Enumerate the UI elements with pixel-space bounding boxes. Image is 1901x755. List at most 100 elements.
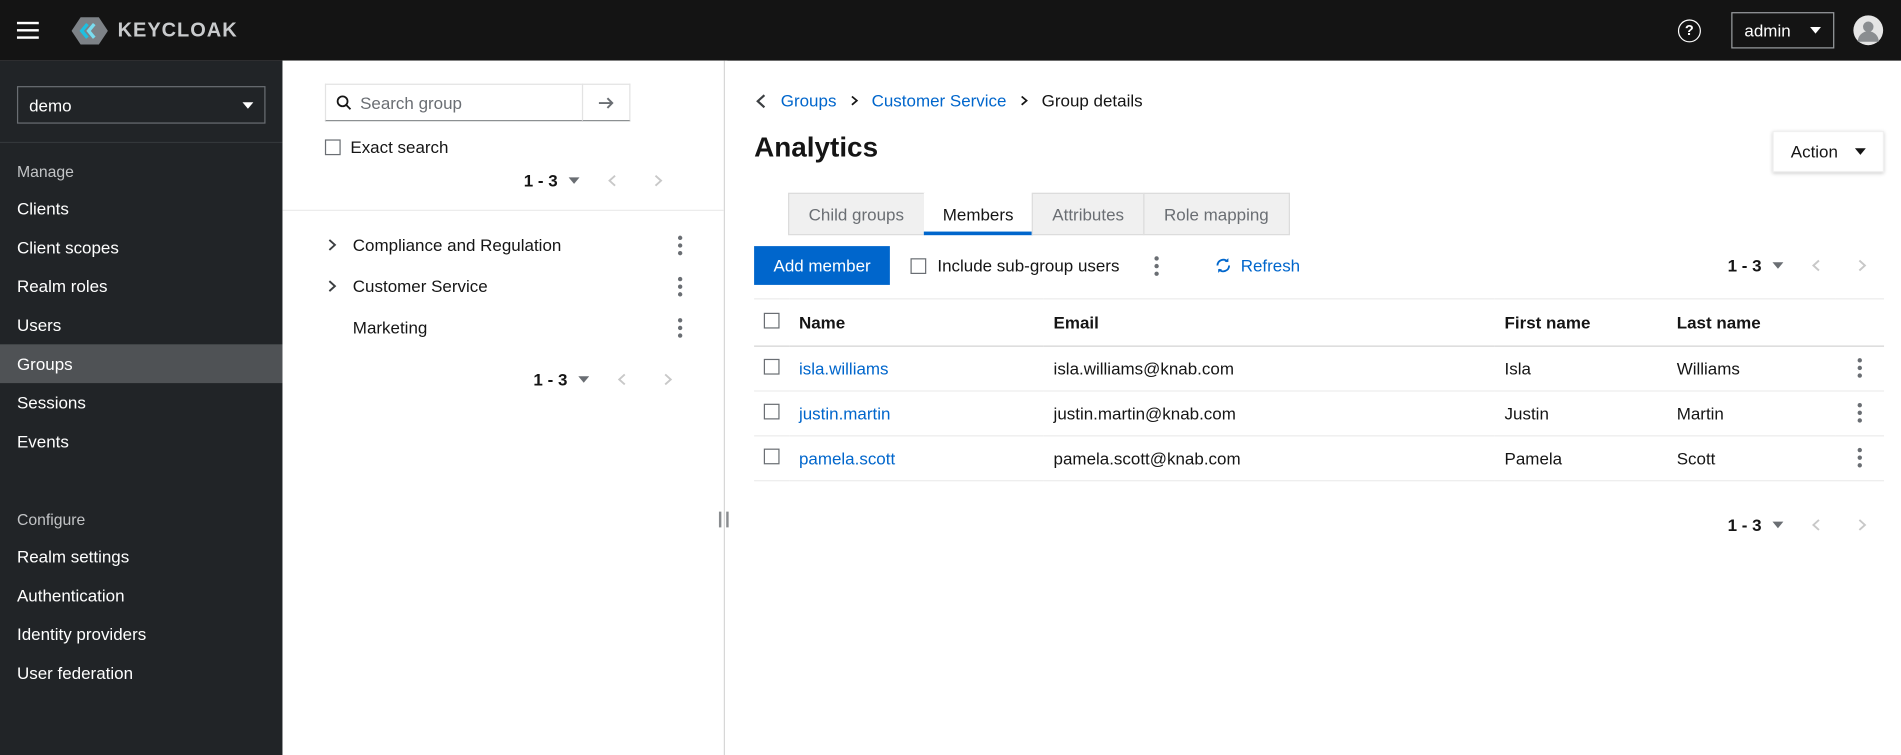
- breadcrumb: Groups Customer Service Group details: [754, 91, 1884, 110]
- caret-down-icon: [242, 101, 254, 109]
- pagination-range: 1 - 3: [533, 369, 568, 390]
- group-name[interactable]: Compliance and Regulation: [353, 235, 562, 254]
- breadcrumb-back-button[interactable]: [754, 93, 769, 109]
- group-tree-item: Compliance and Regulation: [325, 224, 690, 265]
- kebab-icon: [677, 276, 683, 297]
- caret-down-icon: [1810, 27, 1821, 34]
- member-last-name: Martin: [1667, 390, 1836, 437]
- pagination-next-button[interactable]: [1839, 251, 1884, 280]
- angle-right-icon: [1019, 95, 1030, 107]
- tab-role-mapping[interactable]: Role mapping: [1143, 192, 1290, 236]
- pagination-options-toggle[interactable]: [558, 170, 591, 192]
- group-name[interactable]: Customer Service: [353, 276, 488, 295]
- add-member-button[interactable]: Add member: [754, 246, 891, 285]
- member-email: isla.williams@knab.com: [1043, 346, 1495, 392]
- column-header-email: Email: [1043, 298, 1495, 347]
- pagination-next-button[interactable]: [645, 365, 690, 394]
- toolbar-kebab-menu[interactable]: [1147, 253, 1166, 278]
- group-name[interactable]: Marketing: [353, 318, 428, 337]
- user-menu-dropdown[interactable]: admin: [1731, 12, 1835, 49]
- exact-search-checkbox[interactable]: [324, 138, 341, 155]
- masthead-right: ? admin: [1677, 12, 1885, 49]
- realm-selector-area: demo: [0, 61, 283, 144]
- kebab-icon: [1154, 255, 1160, 276]
- row-checkbox[interactable]: [763, 448, 780, 465]
- row-checkbox[interactable]: [763, 358, 780, 375]
- table-row: justin.martin justin.martin@knab.com Jus…: [754, 390, 1885, 437]
- kebab-icon: [1857, 447, 1862, 468]
- group-kebab-menu[interactable]: [670, 273, 689, 298]
- tab-members[interactable]: Members: [923, 192, 1033, 236]
- sidebar-item-groups[interactable]: Groups: [0, 344, 283, 384]
- sidebar-item-events[interactable]: Events: [0, 422, 282, 461]
- breadcrumb-link-groups[interactable]: Groups: [781, 91, 837, 110]
- tab-attributes[interactable]: Attributes: [1031, 192, 1145, 236]
- member-first-name: Pamela: [1494, 435, 1668, 482]
- tree-pagination-top: 1 - 3: [325, 166, 690, 195]
- row-kebab-menu[interactable]: [1850, 400, 1869, 425]
- avatar[interactable]: [1853, 15, 1885, 47]
- table-row: pamela.scott pamela.scott@knab.com Pamel…: [754, 435, 1885, 482]
- help-icon[interactable]: ?: [1677, 18, 1701, 42]
- pagination-prev-button[interactable]: [1794, 251, 1839, 280]
- members-table: Name Email First name Last name isla.wil…: [754, 298, 1885, 482]
- pagination-prev-button[interactable]: [590, 166, 635, 195]
- nav-toggle-button[interactable]: [16, 21, 39, 39]
- tree-divider: [282, 209, 724, 211]
- include-subgroups-option[interactable]: Include sub-group users: [910, 255, 1120, 276]
- keycloak-logo-icon: [71, 14, 108, 47]
- sidebar-item-user-federation[interactable]: User federation: [0, 653, 282, 692]
- panel-resize-divider[interactable]: [718, 60, 729, 755]
- sidebar-item-realm-settings[interactable]: Realm settings: [0, 537, 282, 576]
- pagination-range: 1 - 3: [523, 170, 558, 191]
- sidebar-item-realm-roles[interactable]: Realm roles: [0, 267, 282, 306]
- search-submit-button[interactable]: [581, 83, 631, 122]
- member-name-link[interactable]: justin.martin: [799, 404, 890, 423]
- sidebar-item-sessions[interactable]: Sessions: [0, 383, 282, 422]
- group-kebab-menu[interactable]: [670, 315, 689, 340]
- include-subgroups-checkbox[interactable]: [910, 257, 927, 274]
- realm-selector[interactable]: demo: [16, 86, 266, 124]
- include-subgroups-label: Include sub-group users: [937, 255, 1120, 276]
- exact-search-option[interactable]: Exact search: [324, 137, 690, 156]
- row-kebab-menu[interactable]: [1850, 355, 1869, 380]
- refresh-button[interactable]: Refresh: [1215, 256, 1300, 275]
- members-table-header: Name Email First name Last name: [754, 298, 1885, 347]
- arrow-right-icon: [598, 95, 615, 110]
- drag-handle-icon[interactable]: [718, 511, 729, 528]
- angle-right-icon: [325, 279, 338, 294]
- group-search-input[interactable]: [360, 92, 573, 113]
- member-name-link[interactable]: isla.williams: [799, 359, 889, 378]
- expand-group-button[interactable]: [325, 238, 353, 253]
- member-last-name: Williams: [1667, 346, 1836, 392]
- row-checkbox[interactable]: [763, 403, 780, 420]
- sidebar-item-users[interactable]: Users: [0, 306, 282, 345]
- sidebar-item-clients[interactable]: Clients: [0, 189, 282, 228]
- angle-left-icon: [606, 173, 619, 188]
- row-kebab-menu[interactable]: [1850, 445, 1869, 470]
- group-detail-tabs: Child groups Members Attributes Role map…: [788, 192, 1884, 236]
- pagination-prev-button[interactable]: [600, 365, 645, 394]
- pagination-options-toggle[interactable]: [1762, 255, 1795, 277]
- breadcrumb-link-customer-service[interactable]: Customer Service: [872, 91, 1007, 110]
- expand-group-button[interactable]: [325, 279, 353, 294]
- sidebar-item-client-scopes[interactable]: Client scopes: [0, 228, 282, 267]
- pagination-options-toggle[interactable]: [1762, 514, 1795, 536]
- sidebar-item-authentication[interactable]: Authentication: [0, 576, 282, 615]
- group-kebab-menu[interactable]: [670, 232, 689, 257]
- angle-left-icon: [1810, 518, 1823, 533]
- pagination-range: 1 - 3: [1727, 255, 1762, 276]
- angle-left-icon: [1810, 258, 1823, 273]
- member-name-link[interactable]: pamela.scott: [799, 449, 895, 468]
- brand-text: KEYCLOAK: [117, 18, 238, 41]
- sidebar-item-identity-providers[interactable]: Identity providers: [0, 615, 282, 654]
- pagination-next-button[interactable]: [635, 166, 680, 195]
- pagination-options-toggle[interactable]: [567, 369, 600, 391]
- action-dropdown-button[interactable]: Action: [1772, 130, 1885, 173]
- realm-selector-value: demo: [29, 95, 72, 115]
- pagination-prev-button[interactable]: [1794, 510, 1839, 539]
- tab-child-groups[interactable]: Child groups: [788, 192, 925, 236]
- select-all-checkbox[interactable]: [763, 312, 780, 329]
- pagination-next-button[interactable]: [1839, 510, 1884, 539]
- refresh-label: Refresh: [1240, 255, 1301, 276]
